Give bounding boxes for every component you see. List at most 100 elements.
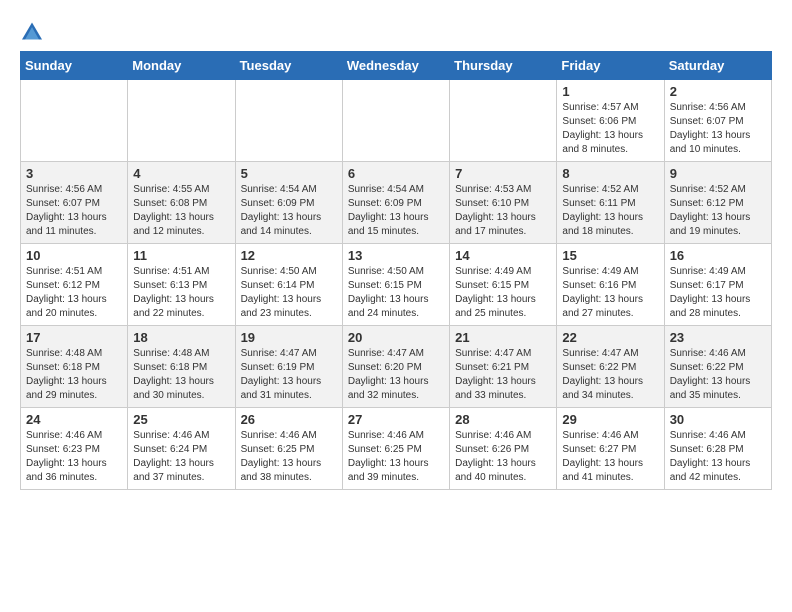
day-number: 30 xyxy=(670,412,766,427)
day-info: Sunrise: 4:52 AM Sunset: 6:11 PM Dayligh… xyxy=(562,183,658,239)
calendar-day-cell: 25 Sunrise: 4:46 AM Sunset: 6:24 PM Dayli… xyxy=(128,408,235,490)
day-number: 29 xyxy=(562,412,658,427)
day-info: Sunrise: 4:46 AM Sunset: 6:25 PM Dayligh… xyxy=(241,429,337,485)
day-info: Sunrise: 4:48 AM Sunset: 6:18 PM Dayligh… xyxy=(133,347,229,403)
calendar-header-row: SundayMondayTuesdayWednesdayThursdayFrid… xyxy=(21,52,772,80)
day-info: Sunrise: 4:46 AM Sunset: 6:27 PM Dayligh… xyxy=(562,429,658,485)
calendar-day-cell: 16 Sunrise: 4:49 AM Sunset: 6:17 PM Dayli… xyxy=(664,244,771,326)
day-number: 27 xyxy=(348,412,444,427)
weekday-header: Friday xyxy=(557,52,664,80)
day-number: 17 xyxy=(26,330,122,345)
calendar-table: SundayMondayTuesdayWednesdayThursdayFrid… xyxy=(20,51,772,490)
day-info: Sunrise: 4:56 AM Sunset: 6:07 PM Dayligh… xyxy=(670,101,766,157)
calendar-day-cell xyxy=(235,80,342,162)
day-number: 10 xyxy=(26,248,122,263)
day-number: 18 xyxy=(133,330,229,345)
calendar-day-cell: 11Sunrise: 4:51 AM Sunset: 6:13 PM Dayli… xyxy=(128,244,235,326)
day-info: Sunrise: 4:48 AM Sunset: 6:18 PM Dayligh… xyxy=(26,347,122,403)
day-info: Sunrise: 4:49 AM Sunset: 6:17 PM Dayligh… xyxy=(670,265,766,321)
calendar-day-cell: 10 Sunrise: 4:51 AM Sunset: 6:12 PM Dayli… xyxy=(21,244,128,326)
day-number: 11 xyxy=(133,248,229,263)
weekday-header: Saturday xyxy=(664,52,771,80)
day-info: Sunrise: 4:46 AM Sunset: 6:22 PM Dayligh… xyxy=(670,347,766,403)
day-number: 8 xyxy=(562,166,658,181)
day-info: Sunrise: 4:49 AM Sunset: 6:15 PM Dayligh… xyxy=(455,265,551,321)
day-info: Sunrise: 4:51 AM Sunset: 6:12 PM Dayligh… xyxy=(26,265,122,321)
day-info: Sunrise: 4:57 AM Sunset: 6:06 PM Dayligh… xyxy=(562,101,658,157)
day-number: 19 xyxy=(241,330,337,345)
calendar-day-cell: 29 Sunrise: 4:46 AM Sunset: 6:27 PM Dayli… xyxy=(557,408,664,490)
calendar-week-row: 3Sunrise: 4:56 AM Sunset: 6:07 PM Daylig… xyxy=(21,162,772,244)
weekday-header: Monday xyxy=(128,52,235,80)
day-number: 5 xyxy=(241,166,337,181)
day-info: Sunrise: 4:47 AM Sunset: 6:20 PM Dayligh… xyxy=(348,347,444,403)
calendar-week-row: 17 Sunrise: 4:48 AM Sunset: 6:18 PM Dayli… xyxy=(21,326,772,408)
day-info: Sunrise: 4:47 AM Sunset: 6:22 PM Dayligh… xyxy=(562,347,658,403)
day-info: Sunrise: 4:54 AM Sunset: 6:09 PM Dayligh… xyxy=(348,183,444,239)
day-number: 3 xyxy=(26,166,122,181)
day-number: 2 xyxy=(670,84,766,99)
day-number: 4 xyxy=(133,166,229,181)
day-number: 13 xyxy=(348,248,444,263)
day-info: Sunrise: 4:46 AM Sunset: 6:24 PM Dayligh… xyxy=(133,429,229,485)
calendar-week-row: 1 Sunrise: 4:57 AM Sunset: 6:06 PM Daylig… xyxy=(21,80,772,162)
calendar-day-cell xyxy=(128,80,235,162)
day-number: 16 xyxy=(670,248,766,263)
calendar-day-cell: 17 Sunrise: 4:48 AM Sunset: 6:18 PM Dayli… xyxy=(21,326,128,408)
day-number: 7 xyxy=(455,166,551,181)
calendar-body: 1 Sunrise: 4:57 AM Sunset: 6:06 PM Daylig… xyxy=(21,80,772,490)
calendar-day-cell xyxy=(21,80,128,162)
day-info: Sunrise: 4:54 AM Sunset: 6:09 PM Dayligh… xyxy=(241,183,337,239)
day-info: Sunrise: 4:49 AM Sunset: 6:16 PM Dayligh… xyxy=(562,265,658,321)
calendar-day-cell: 23 Sunrise: 4:46 AM Sunset: 6:22 PM Dayli… xyxy=(664,326,771,408)
day-number: 6 xyxy=(348,166,444,181)
day-info: Sunrise: 4:47 AM Sunset: 6:19 PM Dayligh… xyxy=(241,347,337,403)
day-number: 28 xyxy=(455,412,551,427)
day-number: 1 xyxy=(562,84,658,99)
calendar-day-cell: 14 Sunrise: 4:49 AM Sunset: 6:15 PM Dayli… xyxy=(450,244,557,326)
calendar-day-cell: 20 Sunrise: 4:47 AM Sunset: 6:20 PM Dayli… xyxy=(342,326,449,408)
calendar-day-cell: 19 Sunrise: 4:47 AM Sunset: 6:19 PM Dayli… xyxy=(235,326,342,408)
calendar-day-cell: 7Sunrise: 4:53 AM Sunset: 6:10 PM Daylig… xyxy=(450,162,557,244)
calendar-day-cell: 9 Sunrise: 4:52 AM Sunset: 6:12 PM Daylig… xyxy=(664,162,771,244)
calendar-day-cell: 30Sunrise: 4:46 AM Sunset: 6:28 PM Dayli… xyxy=(664,408,771,490)
day-number: 20 xyxy=(348,330,444,345)
day-number: 23 xyxy=(670,330,766,345)
logo xyxy=(20,20,48,41)
day-info: Sunrise: 4:46 AM Sunset: 6:25 PM Dayligh… xyxy=(348,429,444,485)
day-number: 14 xyxy=(455,248,551,263)
day-info: Sunrise: 4:46 AM Sunset: 6:23 PM Dayligh… xyxy=(26,429,122,485)
day-info: Sunrise: 4:47 AM Sunset: 6:21 PM Dayligh… xyxy=(455,347,551,403)
calendar-day-cell: 2 Sunrise: 4:56 AM Sunset: 6:07 PM Daylig… xyxy=(664,80,771,162)
day-number: 24 xyxy=(26,412,122,427)
calendar-day-cell: 27 Sunrise: 4:46 AM Sunset: 6:25 PM Dayli… xyxy=(342,408,449,490)
calendar-day-cell: 28 Sunrise: 4:46 AM Sunset: 6:26 PM Dayli… xyxy=(450,408,557,490)
day-info: Sunrise: 4:50 AM Sunset: 6:14 PM Dayligh… xyxy=(241,265,337,321)
calendar-day-cell: 21 Sunrise: 4:47 AM Sunset: 6:21 PM Dayli… xyxy=(450,326,557,408)
weekday-header: Tuesday xyxy=(235,52,342,80)
day-info: Sunrise: 4:52 AM Sunset: 6:12 PM Dayligh… xyxy=(670,183,766,239)
logo-icon xyxy=(20,21,44,41)
day-info: Sunrise: 4:50 AM Sunset: 6:15 PM Dayligh… xyxy=(348,265,444,321)
weekday-header: Sunday xyxy=(21,52,128,80)
calendar-day-cell: 1 Sunrise: 4:57 AM Sunset: 6:06 PM Daylig… xyxy=(557,80,664,162)
weekday-header: Wednesday xyxy=(342,52,449,80)
day-info: Sunrise: 4:46 AM Sunset: 6:26 PM Dayligh… xyxy=(455,429,551,485)
day-number: 22 xyxy=(562,330,658,345)
calendar-day-cell: 4 Sunrise: 4:55 AM Sunset: 6:08 PM Daylig… xyxy=(128,162,235,244)
day-number: 25 xyxy=(133,412,229,427)
day-number: 21 xyxy=(455,330,551,345)
day-info: Sunrise: 4:55 AM Sunset: 6:08 PM Dayligh… xyxy=(133,183,229,239)
calendar-day-cell: 12Sunrise: 4:50 AM Sunset: 6:14 PM Dayli… xyxy=(235,244,342,326)
weekday-header: Thursday xyxy=(450,52,557,80)
calendar-day-cell: 6 Sunrise: 4:54 AM Sunset: 6:09 PM Daylig… xyxy=(342,162,449,244)
calendar-week-row: 24 Sunrise: 4:46 AM Sunset: 6:23 PM Dayli… xyxy=(21,408,772,490)
calendar-day-cell: 15 Sunrise: 4:49 AM Sunset: 6:16 PM Dayli… xyxy=(557,244,664,326)
calendar-day-cell: 8 Sunrise: 4:52 AM Sunset: 6:11 PM Daylig… xyxy=(557,162,664,244)
day-number: 15 xyxy=(562,248,658,263)
calendar-day-cell: 18 Sunrise: 4:48 AM Sunset: 6:18 PM Dayli… xyxy=(128,326,235,408)
day-number: 9 xyxy=(670,166,766,181)
calendar-day-cell: 22 Sunrise: 4:47 AM Sunset: 6:22 PM Dayli… xyxy=(557,326,664,408)
calendar-day-cell xyxy=(450,80,557,162)
day-number: 26 xyxy=(241,412,337,427)
